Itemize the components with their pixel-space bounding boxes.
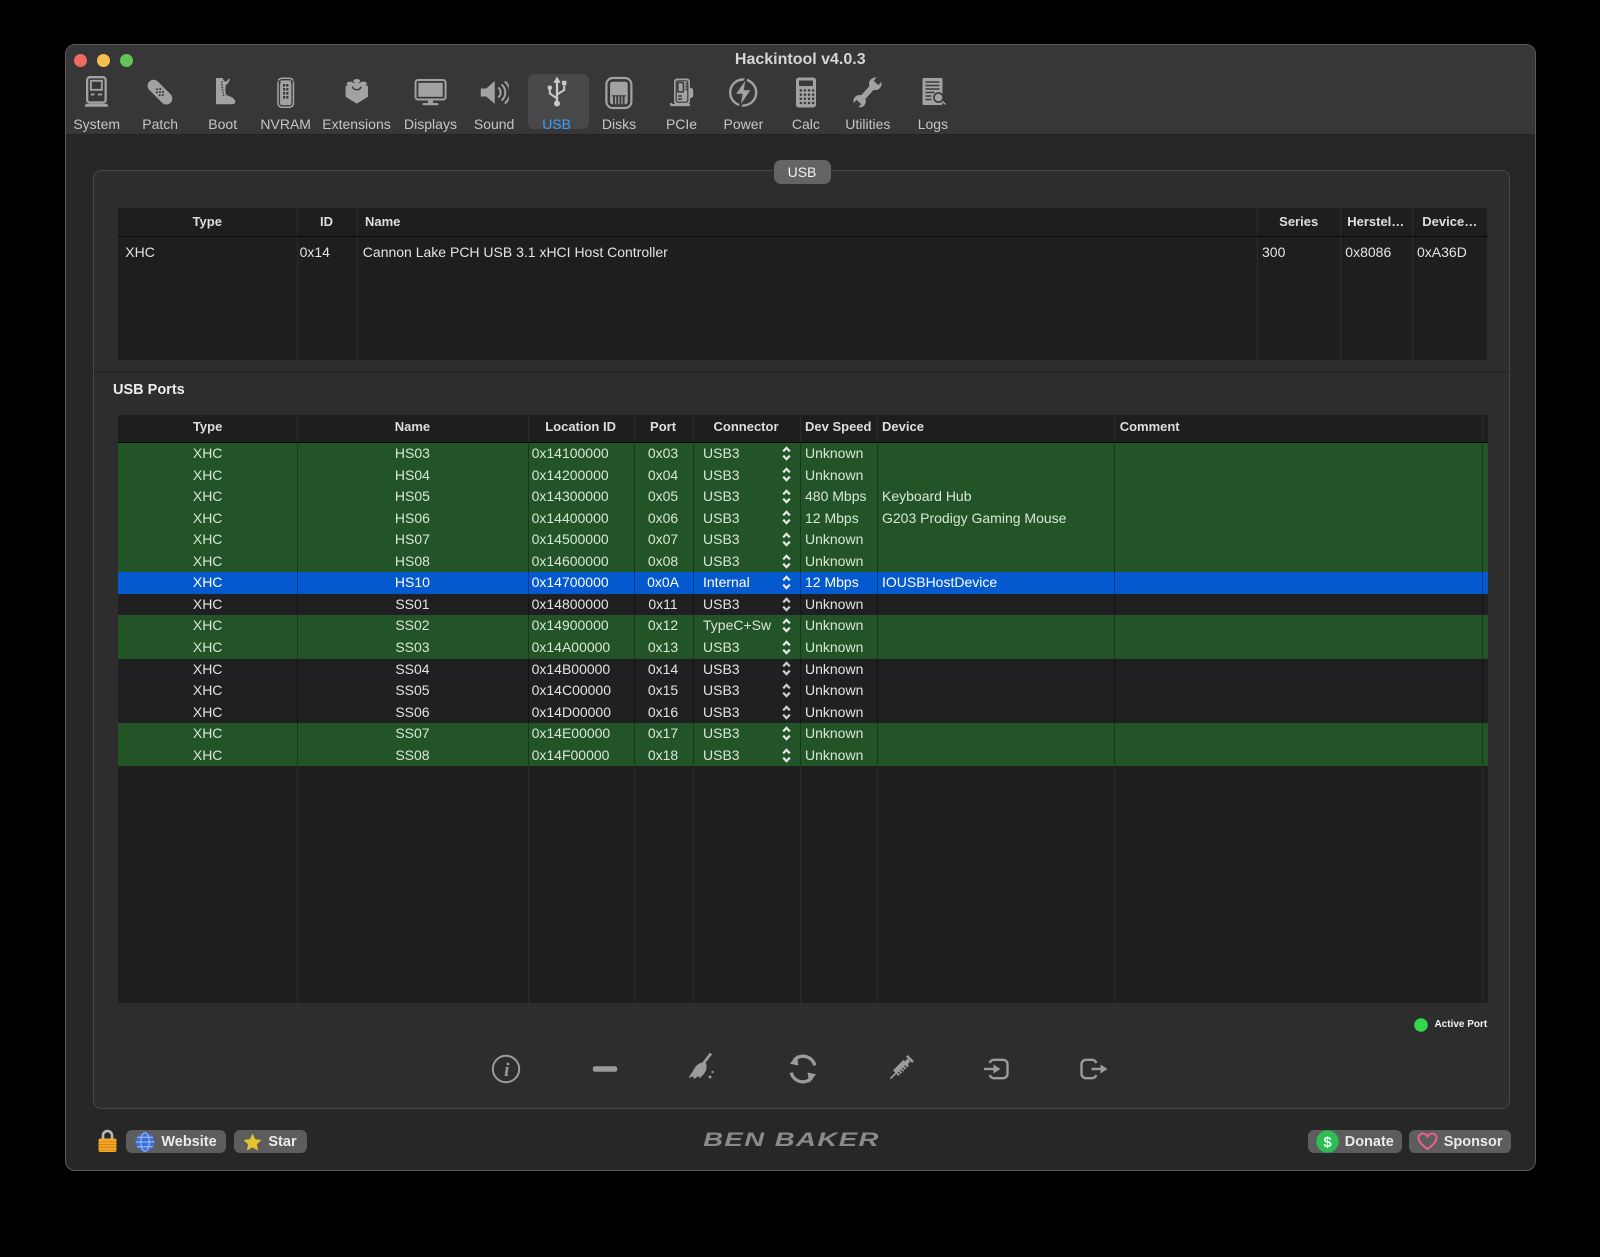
svg-text:$: $ [1323, 1134, 1332, 1151]
svg-text:i: i [505, 1060, 511, 1081]
